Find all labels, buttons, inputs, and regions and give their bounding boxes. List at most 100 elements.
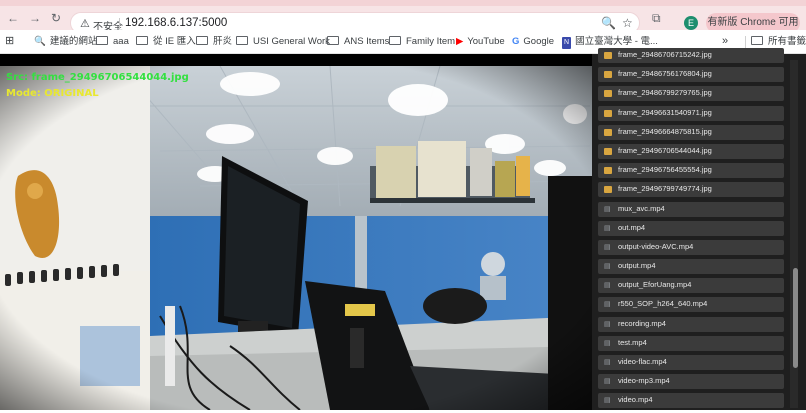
video-top-bar <box>0 54 592 66</box>
file-list-item[interactable]: frame_29496631540971.jpg <box>598 105 784 121</box>
file-name: r550_SOP_h264_640.mp4 <box>618 299 708 309</box>
file-name: video.mp4 <box>618 395 653 405</box>
file-name: mux_avc.mp4 <box>618 203 665 213</box>
browser-toolbar: ← → ↻ ⚠ 不安全 192.168.6.137:5000 🔍 ☆ ⧉ E 有… <box>0 6 806 34</box>
video-file-icon: ▤ <box>604 243 611 251</box>
file-name: out.mp4 <box>618 222 646 232</box>
all-bookmarks-button[interactable]: 所有書籤 <box>751 36 806 48</box>
image-file-icon <box>604 52 612 59</box>
search-icon: 🔍 <box>34 36 46 47</box>
bookmark-label: USI General Work <box>253 36 330 47</box>
file-name: recording.mp4 <box>618 318 666 328</box>
file-name: frame_29496756455554.jpg <box>618 165 712 175</box>
bookmark-google[interactable]: G Google <box>512 36 554 48</box>
file-name: frame_29496706544044.jpg <box>618 145 712 155</box>
bookmark-label: 建議的網站 <box>49 36 98 47</box>
file-list-item[interactable]: ▤ mux_avc.mp4 <box>598 201 784 217</box>
zoom-icon[interactable]: 🔍 <box>601 16 616 30</box>
folder-icon <box>751 36 763 45</box>
bookmark-label: Google <box>523 36 555 47</box>
bookmark-label: ANS Items <box>344 36 390 47</box>
folder-icon <box>327 36 339 45</box>
file-name: frame_29486706715242.jpg <box>618 50 712 59</box>
file-list-item[interactable]: frame_29496799749774.jpg <box>598 182 784 198</box>
page-content: Src: frame_29496706544044.jpg Mode: ORIG… <box>0 48 806 410</box>
image-file-icon <box>604 109 612 117</box>
file-list-item[interactable]: ▤ video-flac.mp4 <box>598 355 784 370</box>
file-name: frame_29486799279765.jpg <box>618 88 712 98</box>
google-icon: G <box>512 36 520 47</box>
video-file-icon: ▤ <box>604 320 611 328</box>
video-frame: Src: frame_29496706544044.jpg Mode: ORIG… <box>0 66 592 410</box>
bookmark-youtube[interactable]: ▶ YouTube <box>456 36 505 48</box>
file-list-item[interactable]: frame_29496664875815.jpg <box>598 124 784 140</box>
file-name: video-mp3.mp4 <box>618 376 670 386</box>
bookmark-family-item[interactable]: Family Item <box>389 36 455 48</box>
bookmark-ans-items[interactable]: ANS Items <box>327 36 389 48</box>
bookmark-suggested[interactable]: 🔍 建議的網站 <box>34 36 97 48</box>
bookmark-aaa[interactable]: aaa <box>96 36 129 48</box>
video-file-icon: ▤ <box>604 224 611 232</box>
image-file-icon <box>604 128 612 136</box>
image-file-icon <box>604 167 612 175</box>
mode-overlay: Mode: ORIGINAL <box>6 88 99 99</box>
bookmark-label: Family Item <box>406 36 456 47</box>
image-file-icon <box>604 90 612 98</box>
file-name: frame_29496799749774.jpg <box>618 184 712 194</box>
url-text[interactable]: 192.168.6.137:5000 <box>125 17 227 29</box>
bookmark-label: YouTube <box>467 36 505 47</box>
bookmark-ie-import[interactable]: 從 IE 匯入 <box>136 36 196 48</box>
video-file-icon: ▤ <box>604 339 611 347</box>
folder-icon <box>136 36 148 45</box>
source-filename-overlay: Src: frame_29496706544044.jpg <box>6 72 189 83</box>
back-icon[interactable]: ← <box>7 12 19 24</box>
video-file-icon: ▤ <box>604 205 611 213</box>
file-name: frame_29496631540971.jpg <box>618 107 712 117</box>
divider <box>745 36 746 48</box>
reload-icon[interactable]: ↻ <box>51 12 61 24</box>
warning-icon[interactable]: ⚠ <box>80 17 90 30</box>
file-list-item[interactable]: ▤ test.mp4 <box>598 335 784 351</box>
file-list-item[interactable]: frame_29486756176804.jpg <box>598 67 784 83</box>
file-list-item[interactable]: ▤ recording.mp4 <box>598 316 784 332</box>
file-list-item[interactable]: ▤ video-mp3.mp4 <box>598 374 784 390</box>
extensions-icon[interactable]: ⧉ <box>652 12 661 24</box>
ntu-icon: N <box>562 37 572 49</box>
divider <box>119 18 120 29</box>
video-file-icon: ▤ <box>604 359 611 366</box>
file-list-item[interactable]: frame_29486799279765.jpg <box>598 86 784 102</box>
bookmark-usi-general-work[interactable]: USI General Work <box>236 36 330 48</box>
file-list-item[interactable]: frame_29496706544044.jpg <box>598 143 784 159</box>
file-list-panel: frame_29486706715242.jpg frame_2948675617… <box>592 48 806 410</box>
file-name: output_EforUang.mp4 <box>618 280 692 290</box>
video-file-icon: ▤ <box>604 378 611 386</box>
file-name: test.mp4 <box>618 337 647 347</box>
forward-icon[interactable]: → <box>29 12 41 24</box>
file-list-item[interactable]: ▤ output_EforUang.mp4 <box>598 278 784 294</box>
bookmark-star-icon[interactable]: ☆ <box>622 16 633 30</box>
file-list: frame_29486706715242.jpg frame_2948675617… <box>598 48 784 413</box>
bookmark-label: 肝炎 <box>213 36 233 47</box>
file-list-item[interactable]: frame_29496756455554.jpg <box>598 163 784 179</box>
file-list-item[interactable]: ▤ output-video-AVC.mp4 <box>598 239 784 255</box>
bookmark-label: 國立臺灣大學 - 電... <box>575 36 658 47</box>
file-name: frame_29486756176804.jpg <box>618 69 712 79</box>
bookmarks-overflow-button[interactable]: » <box>722 35 728 47</box>
file-list-item[interactable]: ▤ r550_SOP_h264_640.mp4 <box>598 297 784 313</box>
file-list-item[interactable]: ▤ video.mp4 <box>598 393 784 409</box>
bookmark-label: aaa <box>113 36 129 47</box>
file-list-item[interactable]: ▤ out.mp4 <box>598 220 784 236</box>
file-list-item[interactable]: ▤ output.mp4 <box>598 259 784 275</box>
video-file-icon: ▤ <box>604 301 611 309</box>
bookmark-label: 從 IE 匯入 <box>153 36 196 47</box>
folder-icon <box>96 36 108 45</box>
video-file-icon: ▤ <box>604 282 611 290</box>
image-file-icon <box>604 71 612 79</box>
avatar[interactable]: E <box>684 16 698 30</box>
file-name: output-video-AVC.mp4 <box>618 241 694 251</box>
file-list-item[interactable]: frame_29486706715242.jpg <box>598 48 784 63</box>
apps-icon[interactable]: ⊞ <box>5 35 14 47</box>
scrollbar-thumb[interactable] <box>793 268 798 368</box>
bookmark-hepatitis[interactable]: 肝炎 <box>196 36 232 48</box>
file-name: frame_29496664875815.jpg <box>618 126 712 136</box>
